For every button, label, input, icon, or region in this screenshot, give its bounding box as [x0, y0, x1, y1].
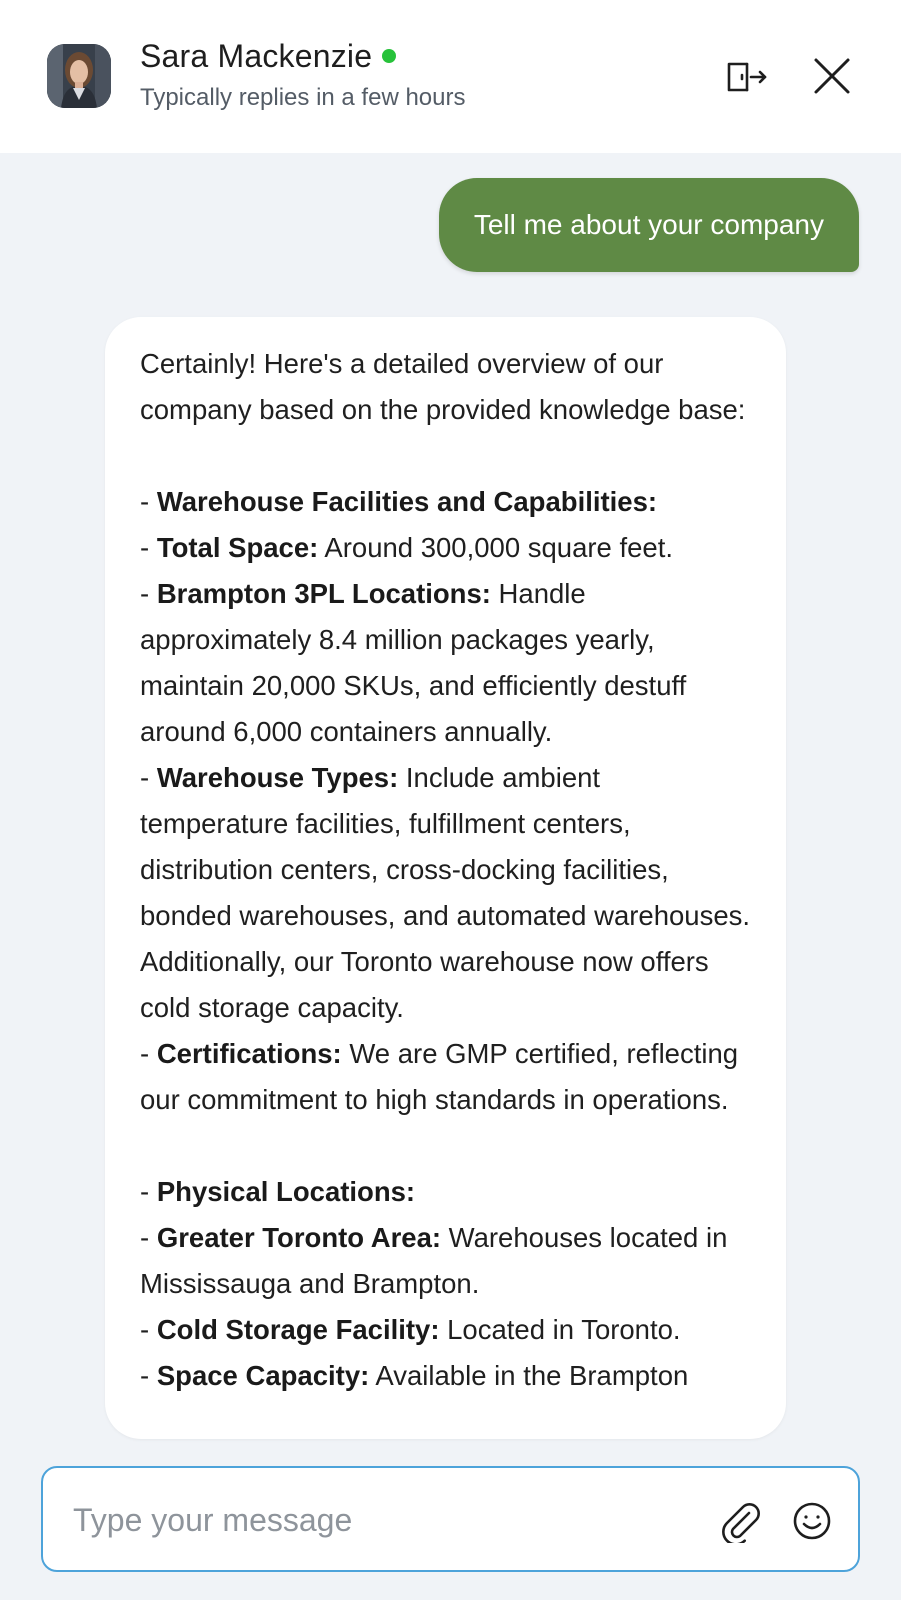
agent-avatar [47, 44, 111, 108]
emoji-button[interactable] [790, 1499, 834, 1543]
attach-button[interactable] [719, 1499, 763, 1546]
close-icon [814, 58, 850, 94]
exit-chat-button[interactable] [725, 54, 769, 98]
list-item: - Greater Toronto Area: Warehouses locat… [140, 1222, 728, 1299]
paperclip-icon [722, 1503, 760, 1546]
list-item: - Warehouse Types: Include ambient tempe… [140, 762, 751, 1023]
exit-chat-icon [727, 62, 767, 92]
message-composer [41, 1466, 860, 1572]
section-heading: - Warehouse Facilities and Capabilities: [140, 486, 658, 517]
list-item: - Brampton 3PL Locations: Handle approxi… [140, 578, 687, 747]
section-heading: - Physical Locations: [140, 1176, 416, 1207]
chat-window: Sara Mackenzie Typically replies in a fe… [0, 0, 901, 1600]
list-item: - Space Capacity: Available in the Bramp… [140, 1360, 689, 1391]
close-button[interactable] [810, 54, 854, 98]
online-status-icon [382, 48, 397, 63]
list-item: - Cold Storage Facility: Located in Toro… [140, 1314, 681, 1345]
user-message: Tell me about your company [438, 178, 859, 272]
list-item: - Total Space: Around 300,000 square fee… [140, 532, 674, 563]
emoji-icon [793, 1502, 831, 1540]
message-input[interactable] [71, 1494, 675, 1546]
message-list[interactable]: Tell me about your company Certainly! He… [0, 153, 901, 1600]
list-item: - Certifications: We are GMP certified, … [140, 1038, 739, 1115]
agent-intro: Certainly! Here's a detailed overview of… [140, 348, 746, 425]
chat-header: Sara Mackenzie Typically replies in a fe… [0, 0, 901, 153]
agent-message: Certainly! Here's a detailed overview of… [105, 317, 786, 1439]
agent-name: Sara Mackenzie [140, 38, 397, 75]
agent-name-text: Sara Mackenzie [140, 38, 373, 74]
agent-status-text: Typically replies in a few hours [140, 84, 466, 111]
